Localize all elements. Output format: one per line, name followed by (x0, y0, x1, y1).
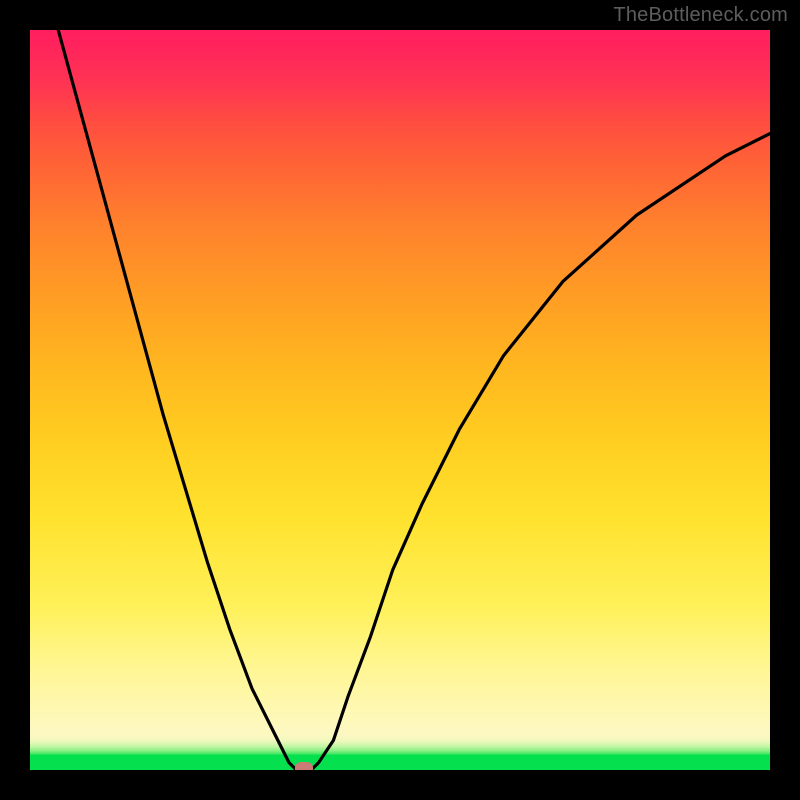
chart-container: TheBottleneck.com (0, 0, 800, 800)
plot-area (30, 30, 770, 770)
curve-svg (30, 30, 770, 770)
optimum-marker (295, 762, 313, 770)
bottleneck-curve (30, 30, 770, 770)
watermark-text: TheBottleneck.com (613, 4, 788, 27)
